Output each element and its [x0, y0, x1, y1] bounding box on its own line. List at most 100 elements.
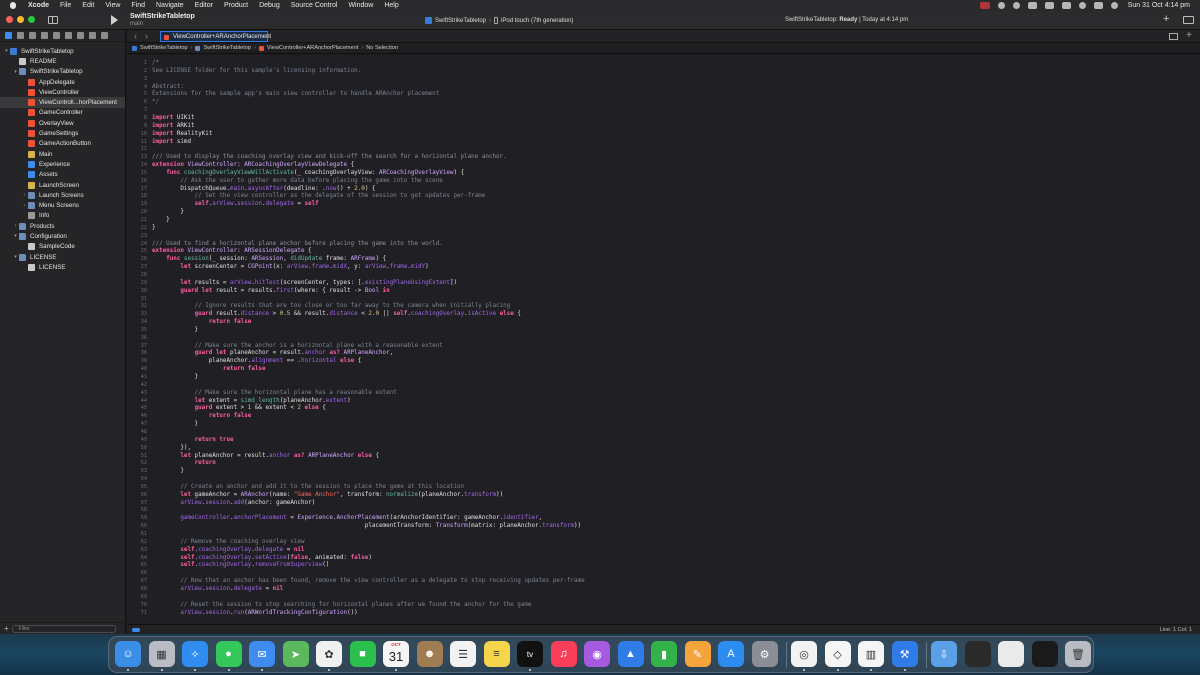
- code-line[interactable]: }),: [152, 444, 191, 452]
- code-line[interactable]: // Set the view controller as the delega…: [152, 192, 486, 200]
- code-line[interactable]: arView.session.delegate = nil: [152, 585, 283, 593]
- code-line[interactable]: let gameAnchor = ARAnchor(name: "Game An…: [152, 491, 503, 499]
- code-line[interactable]: }: [152, 467, 184, 475]
- navigator-item[interactable]: ▾ SwiftStrikeTabletop: [0, 46, 125, 56]
- forward-button[interactable]: ›: [145, 31, 148, 41]
- code-line[interactable]: DispatchQueue.main.asyncAfter(deadline: …: [152, 185, 375, 193]
- flag-icon[interactable]: [979, 2, 990, 9]
- code-line[interactable]: Extensions for the sample app's main vie…: [152, 90, 439, 98]
- breadcrumb-selection[interactable]: No Selection: [366, 45, 398, 51]
- dock-screens-icon[interactable]: ▥: [858, 641, 884, 667]
- disclosure-chevron-icon[interactable]: ▾: [12, 254, 19, 260]
- code-line[interactable]: Abstract:: [152, 83, 184, 91]
- navigator-item[interactable]: LaunchScreen: [0, 180, 125, 190]
- dock-keynote-icon[interactable]: ▲: [617, 641, 644, 667]
- navigator-item[interactable]: GameSettings: [0, 128, 125, 138]
- code-line[interactable]: gameController.anchorPlacement = Experie…: [152, 514, 542, 522]
- menu-item-file[interactable]: File: [60, 2, 71, 9]
- back-button[interactable]: ‹: [134, 31, 137, 41]
- code-line[interactable]: /// Used to find a horizontal plane anch…: [152, 240, 443, 248]
- split-editor-icon[interactable]: [1169, 33, 1178, 40]
- disclosure-chevron-icon[interactable]: ▾: [12, 233, 19, 239]
- dock-reminders-icon[interactable]: ☰: [450, 641, 476, 667]
- code-line[interactable]: self.coachingOverlay.delegate = nil: [152, 546, 304, 554]
- wifi-icon[interactable]: [1061, 2, 1071, 9]
- code-line[interactable]: }: [152, 208, 184, 216]
- breadcrumb-file[interactable]: ViewController+ARAnchorPlacement: [258, 45, 358, 51]
- menu-item-app[interactable]: Xcode: [28, 2, 49, 9]
- sync-icon[interactable]: [1012, 2, 1020, 9]
- dock-recent-2-icon[interactable]: [998, 641, 1024, 667]
- branch-name[interactable]: main: [130, 21, 143, 27]
- code-line[interactable]: let screenCenter = CGPoint(x: arView.fra…: [152, 263, 428, 271]
- menu-item-find[interactable]: Find: [131, 2, 145, 9]
- navigator-item[interactable]: README: [0, 56, 125, 66]
- navigator-item[interactable]: LICENSE: [0, 262, 125, 272]
- add-editor-button[interactable]: +: [1186, 30, 1192, 41]
- menu-item-navigate[interactable]: Navigate: [156, 2, 184, 9]
- minimize-window-button[interactable]: [17, 16, 24, 23]
- navigator-item[interactable]: ▾ LICENSE: [0, 252, 125, 262]
- dock-xcode-icon[interactable]: ⚒: [891, 641, 918, 667]
- disclosure-chevron-icon[interactable]: ›: [12, 223, 19, 229]
- find-navigator-icon[interactable]: [41, 32, 48, 39]
- inspector-toggle-icon[interactable]: [1183, 16, 1194, 24]
- debug-navigator-icon[interactable]: [77, 32, 84, 39]
- test-navigator-icon[interactable]: [65, 32, 72, 39]
- dock-notes-icon[interactable]: ≡: [483, 641, 510, 667]
- code-line[interactable]: // Make sure the horizontal plane has a …: [152, 389, 397, 397]
- code-line[interactable]: arView.session.add(anchor: gameAnchor): [152, 499, 315, 507]
- dock-messages-icon[interactable]: ●: [215, 641, 242, 667]
- dock-pages-icon[interactable]: ✎: [684, 641, 711, 667]
- code-line[interactable]: let planeAnchor = result.anchor as? ARPl…: [152, 452, 379, 460]
- dock-chrome-icon[interactable]: ◎: [791, 641, 817, 667]
- code-line[interactable]: return false: [152, 318, 252, 326]
- code-line[interactable]: import UIKit: [152, 114, 195, 122]
- dock-podcasts-icon[interactable]: ◉: [584, 641, 610, 667]
- code-line[interactable]: /// Used to display the coaching overlay…: [152, 153, 507, 161]
- navigator-item[interactable]: ViewControll...horPlacement: [0, 97, 125, 108]
- code-line[interactable]: */: [152, 98, 159, 106]
- code-line[interactable]: extension ViewController: ARSessionDeleg…: [152, 247, 312, 255]
- code-line[interactable]: // Now that an anchor has been found, re…: [152, 577, 584, 585]
- code-line[interactable]: self.coachingOverlay.removeFromSuperview…: [152, 561, 329, 569]
- code-line[interactable]: import RealityKit: [152, 130, 212, 138]
- code-line[interactable]: // Ask the user to gather more data befo…: [152, 177, 442, 185]
- search-icon[interactable]: [1078, 2, 1086, 9]
- navigator-item[interactable]: SampleCode: [0, 242, 125, 252]
- code-line[interactable]: arView.session.run(ARWorldTrackingConfig…: [152, 609, 357, 617]
- menu-item-view[interactable]: View: [105, 2, 120, 9]
- source-control-icon[interactable]: [17, 32, 24, 39]
- breadcrumb-project[interactable]: SwiftStrikeTabletop: [132, 45, 188, 51]
- dock-system-preferences-icon[interactable]: ⚙: [751, 641, 778, 667]
- navigator-item[interactable]: Info: [0, 211, 125, 221]
- dock-recent-1-icon[interactable]: [964, 641, 991, 667]
- code-line[interactable]: }: [152, 420, 199, 428]
- code-line[interactable]: /*: [152, 59, 159, 67]
- dock-tv-icon[interactable]: tv: [517, 641, 543, 667]
- menu-item-debug[interactable]: Debug: [259, 2, 280, 9]
- code-line[interactable]: import simd: [152, 138, 191, 146]
- code-line[interactable]: func coachingOverlayViewWillActivate(_ c…: [152, 169, 464, 177]
- navigator-item[interactable]: › Menu Screens: [0, 200, 125, 210]
- dock-photos-icon[interactable]: ✿: [316, 641, 342, 667]
- symbol-navigator-icon[interactable]: [29, 32, 36, 39]
- code-line[interactable]: }: [152, 216, 170, 224]
- dock-recent-3-icon[interactable]: [1031, 641, 1058, 667]
- code-line[interactable]: extension ViewController: ARCoachingOver…: [152, 161, 354, 169]
- library-button[interactable]: +: [1163, 13, 1169, 25]
- add-file-button[interactable]: +: [4, 624, 9, 633]
- dock-numbers-icon[interactable]: ▮: [651, 641, 677, 667]
- code-line[interactable]: return true: [152, 436, 234, 444]
- dock-app-store-icon[interactable]: A: [718, 641, 744, 667]
- record-icon[interactable]: [997, 2, 1005, 9]
- code-line[interactable]: planeAnchor.alignment == .horizontal els…: [152, 357, 362, 365]
- menu-item-product[interactable]: Product: [224, 2, 248, 9]
- issue-navigator-icon[interactable]: [53, 32, 60, 39]
- code-line[interactable]: // Create an anchor and add it to the se…: [152, 483, 464, 491]
- code-line[interactable]: }: [152, 373, 199, 381]
- code-line[interactable]: self.coachingOverlay.setActive(false, an…: [152, 554, 372, 562]
- menu-item-source-control[interactable]: Source Control: [291, 2, 338, 9]
- code-line[interactable]: // Remove the coaching overlay view: [152, 538, 304, 546]
- code-line[interactable]: }: [152, 224, 156, 232]
